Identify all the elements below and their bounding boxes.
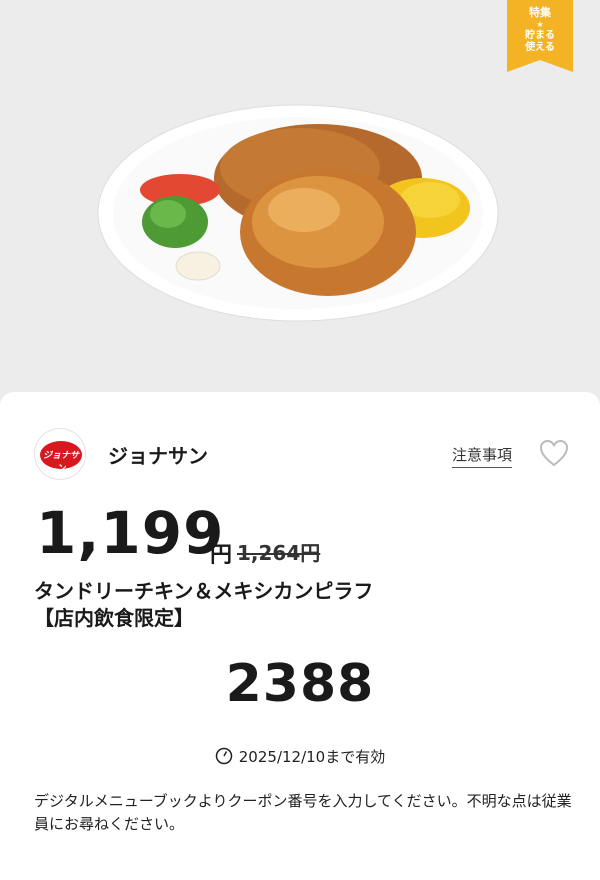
feature-ribbon: 特集 ★ 貯まる 使える [507,0,573,72]
notice-link[interactable]: 注意事項 [452,444,513,468]
currency-label: 円 [210,543,233,568]
store-logo: ジョナサン [34,428,86,480]
coupon-code: 2388 [225,654,375,714]
heart-icon[interactable] [538,438,570,468]
sale-price: 1,199 [36,499,225,567]
store-name: ジョナサン [108,444,208,468]
star-icon: ★ [536,19,544,29]
product-title: タンドリーチキン＆メキシカンピラフ [34,579,374,603]
ribbon-label: 特集 [529,6,551,19]
validity-line: 2025/12/10まで有効 [0,746,600,769]
logo-text: ジョナサン [42,451,79,474]
coupon-card: ジョナサン ジョナサン 注意事項 1,199 円 1,264円 タンドリーチキン… [0,392,600,880]
ribbon-earn-label: 貯まる [525,29,555,41]
clock-icon [215,747,233,769]
ribbon-use-label: 使える [525,42,555,54]
original-price: 1,264円 [237,541,321,565]
validity-text: 2025/12/10まで有効 [238,748,386,766]
product-subtitle: 【店内飲食限定】 [34,606,194,630]
instructions-text: デジタルメニューブックよりクーポン番号を入力してください。不明な点は従業員にお尋… [34,792,572,834]
